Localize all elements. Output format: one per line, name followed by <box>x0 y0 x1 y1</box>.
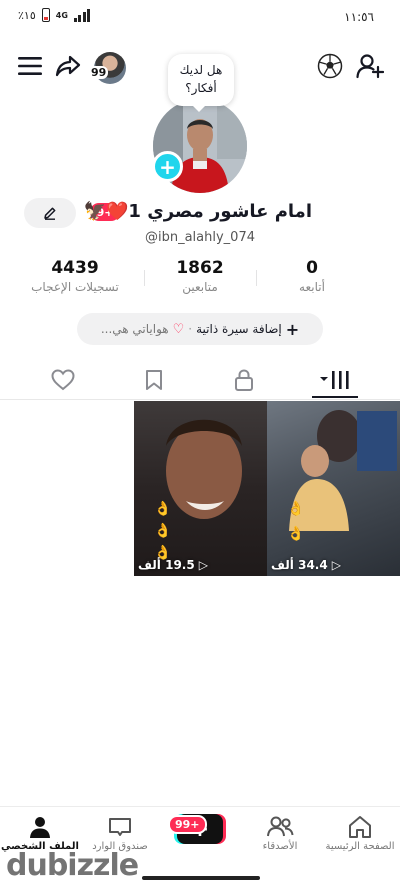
status-bar: ٪١٥ 4G ١١:٥٦ <box>0 0 400 34</box>
videos-grid-icon <box>320 371 349 389</box>
stat-label: أتابعه <box>299 280 325 294</box>
add-bio-label[interactable]: إضافة سيرة ذاتية <box>196 322 282 336</box>
play-icon: ▷ <box>198 558 208 572</box>
nav-friends-label: الأصدقاء <box>262 841 298 852</box>
stat-value: 0 <box>306 258 318 278</box>
friends-badge: 99 <box>89 66 109 79</box>
add-friend-icon[interactable] <box>354 50 386 82</box>
stat-value: 4439 <box>51 258 99 278</box>
thought-bubble-text: هل لديك أفكار؟ <box>179 63 223 95</box>
tab-videos[interactable] <box>305 364 365 396</box>
plus-icon: + <box>285 319 300 339</box>
add-story-button[interactable]: + <box>152 151 183 182</box>
menu-icon[interactable] <box>14 50 46 82</box>
heart-outline-icon <box>51 369 75 391</box>
heart-icon: ♡ <box>172 321 185 337</box>
home-indicator <box>142 876 260 880</box>
ok-hand-emoji: 👌 <box>287 501 305 517</box>
profile-icon <box>30 817 50 838</box>
inbox-badge: 99+ <box>168 815 207 834</box>
play-icon: ▷ <box>331 558 341 572</box>
stat-divider <box>256 270 257 286</box>
view-count: ▷ 34.4 ألف <box>271 558 396 572</box>
nav-inbox[interactable]: صندوق الوارد 99+ <box>80 813 207 852</box>
football-icon[interactable] <box>314 50 346 82</box>
content-tabs <box>0 362 400 400</box>
network-label: 4G <box>55 10 68 20</box>
thought-bubble[interactable]: هل لديك أفكار؟ <box>168 54 234 112</box>
bookmark-icon <box>146 370 162 390</box>
tab-liked[interactable] <box>33 364 93 396</box>
stat-label: متابعين <box>182 280 218 294</box>
nav-home[interactable]: الصفحة الرئيسية <box>320 813 400 852</box>
active-tab-indicator <box>312 396 358 398</box>
bio-pill[interactable]: + إضافة سيرة ذاتية · ♡ هواياتي هي... <box>77 313 323 345</box>
view-count-text: 34.4 ألف <box>271 558 328 572</box>
watermark: dubizzle <box>6 848 139 883</box>
share-icon[interactable] <box>52 50 84 82</box>
stat-label: تسجيلات الإعجاب <box>31 280 119 294</box>
lock-icon <box>235 369 253 391</box>
edit-profile-button[interactable] <box>24 198 76 228</box>
hobbies-label[interactable]: هواياتي هي... <box>101 322 169 336</box>
nav-friends[interactable]: الأصدقاء <box>240 813 320 852</box>
view-count-text: 19.5 ألف <box>138 558 195 572</box>
stat-following[interactable]: 0 أتابعه <box>257 258 367 294</box>
username: @ibn_alahly_074 <box>144 230 255 245</box>
video-thumbnail[interactable]: 👌 👌 ▷ 34.4 ألف <box>267 401 400 576</box>
tab-saved[interactable] <box>124 364 184 396</box>
display-name: امام عاشور مصري 1❤️🦅 <box>83 201 312 222</box>
ok-hand-emoji: 👌 <box>154 501 172 517</box>
name-row: 9+ امام عاشور مصري 1❤️🦅 <box>0 198 400 230</box>
stat-divider <box>144 270 145 286</box>
battery-icon <box>41 8 50 22</box>
ok-hand-emoji: 👌 <box>154 523 172 539</box>
friends-icon <box>267 816 294 837</box>
status-indicators: ٪١٥ 4G <box>18 8 91 22</box>
signal-icon <box>73 8 91 22</box>
nav-home-label: الصفحة الرئيسية <box>325 841 395 852</box>
inbox-icon <box>109 818 131 836</box>
ok-hand-emoji: 👌 <box>287 526 305 542</box>
stat-followers[interactable]: 1862 متابعين <box>145 258 255 294</box>
battery-text: ٪١٥ <box>18 8 36 22</box>
plus-icon: + <box>159 154 176 179</box>
home-icon <box>349 816 371 838</box>
pencil-icon <box>44 207 56 220</box>
video-thumbnail[interactable]: 👌 👌 👌 ▷ 19.5 ألف <box>134 401 267 576</box>
stat-value: 1862 <box>176 258 224 278</box>
tab-private[interactable] <box>214 364 274 396</box>
stat-likes[interactable]: 4439 تسجيلات الإعجاب <box>20 258 130 294</box>
stats-row: 0 أتابعه 1862 متابعين 4439 تسجيلات الإعج… <box>0 258 400 302</box>
bio-separator: · <box>188 322 193 336</box>
nav-profile[interactable]: الملف الشخصي <box>0 813 80 852</box>
clock: ١١:٥٦ <box>344 10 374 24</box>
view-count: ▷ 19.5 ألف <box>138 558 263 572</box>
